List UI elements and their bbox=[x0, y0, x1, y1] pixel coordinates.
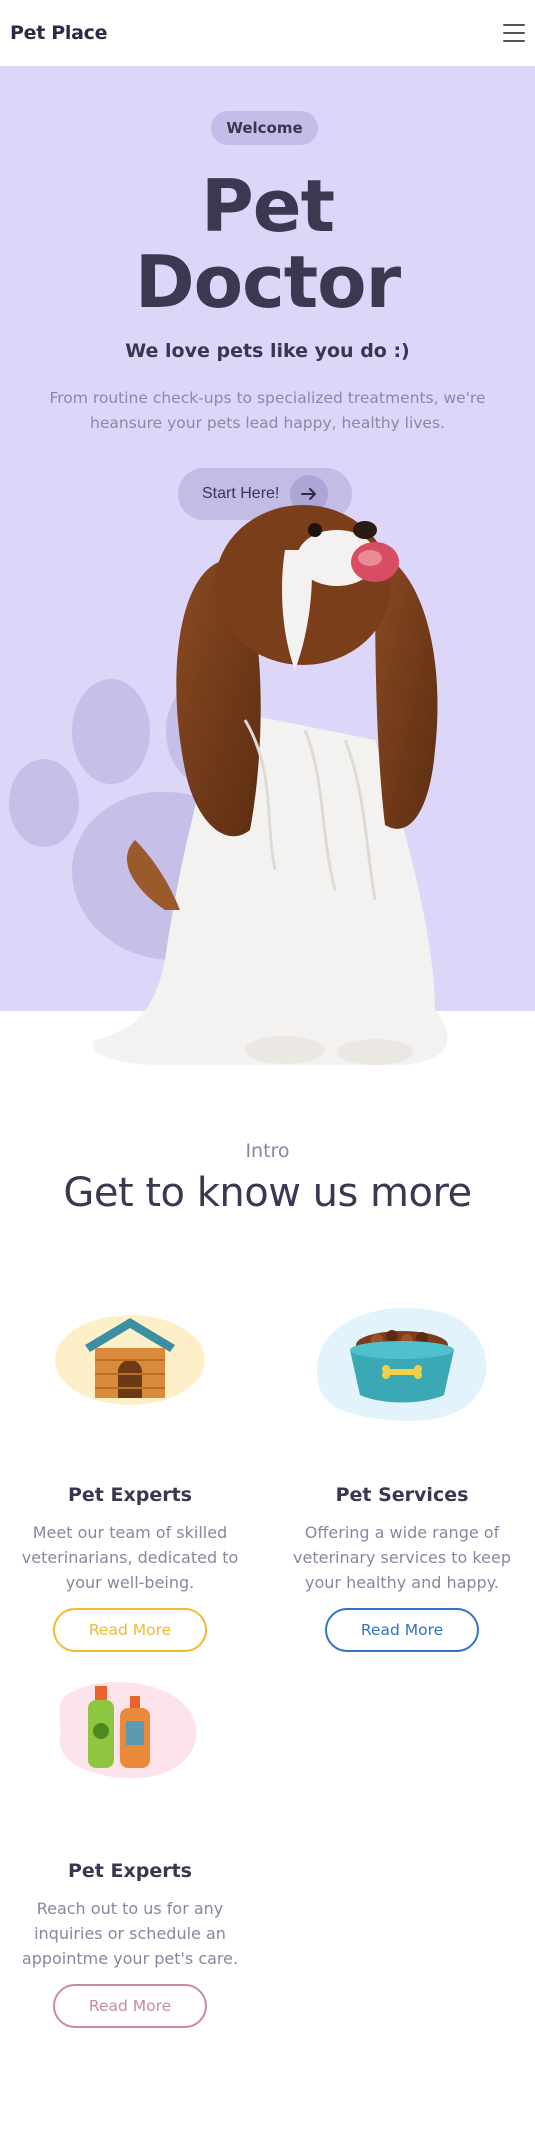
card-title: Pet Services bbox=[335, 1484, 469, 1506]
intro-kicker: Intro bbox=[245, 1140, 290, 1162]
dog-house-icon bbox=[55, 1315, 205, 1405]
card-pet-services: Pet Services Offering a wide range of ve… bbox=[282, 1300, 522, 1660]
card-pet-experts: Pet Experts Meet our team of skilled vet… bbox=[10, 1300, 250, 1660]
pet-shampoo-icon bbox=[59, 1681, 197, 1779]
brand-logo[interactable]: Pet Place bbox=[10, 22, 108, 44]
site-header: Pet Place bbox=[0, 0, 535, 66]
intro-title: Get to know us more bbox=[63, 1170, 472, 1216]
card-title: Pet Experts bbox=[68, 1484, 192, 1506]
food-bowl-icon bbox=[317, 1307, 487, 1421]
card-title: Pet Experts bbox=[68, 1860, 192, 1882]
hero-description: From routine check-ups to specialized tr… bbox=[49, 389, 486, 432]
card-text: Reach out to us for any inquiries or sch… bbox=[21, 1899, 239, 1968]
hero-title-line1: Pet bbox=[200, 164, 335, 248]
card-text: Offering a wide range of veterinary serv… bbox=[293, 1523, 511, 1592]
hero-title-line2: Doctor bbox=[134, 240, 401, 324]
paw-toe-left bbox=[9, 759, 79, 847]
dog-illustration bbox=[92, 505, 448, 1065]
welcome-badge: Welcome bbox=[211, 111, 318, 145]
card-pet-experts-contact: Pet Experts Reach out to us for any inqu… bbox=[10, 1676, 250, 2036]
read-more-button[interactable]: Read More bbox=[53, 1984, 207, 2028]
card-text: Meet our team of skilled veterinarians, … bbox=[21, 1523, 239, 1592]
hamburger-icon[interactable] bbox=[503, 24, 525, 42]
hero-tagline: We love pets like you do :) bbox=[125, 340, 410, 362]
read-more-button[interactable]: Read More bbox=[325, 1608, 479, 1652]
read-more-button[interactable]: Read More bbox=[53, 1608, 207, 1652]
